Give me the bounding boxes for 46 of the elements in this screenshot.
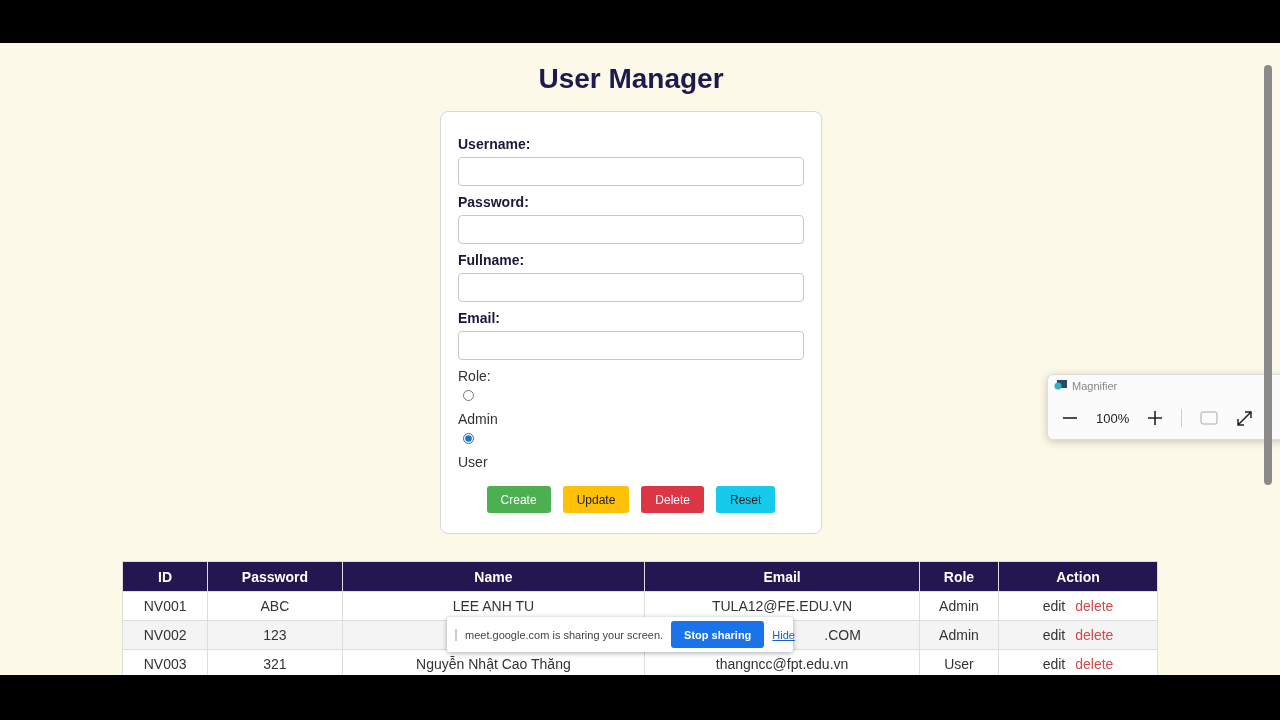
role-label: Role: [458, 368, 492, 384]
input-field[interactable] [458, 273, 804, 302]
hide-link[interactable]: Hide [772, 628, 795, 641]
delete-link[interactable]: delete [1075, 598, 1114, 614]
input-field[interactable] [458, 215, 804, 244]
column-header: Action [998, 561, 1158, 592]
table-cell: Admin [919, 591, 999, 621]
column-header: ID [122, 561, 208, 592]
table-cell: 321 [207, 649, 343, 675]
column-header: Role [919, 561, 999, 592]
plus-icon[interactable] [1147, 410, 1164, 426]
role-option-label: Admin [458, 411, 499, 427]
column-header: Password [207, 561, 343, 592]
table-cell: User [919, 649, 999, 675]
magnifier-icon [1054, 380, 1067, 392]
expand-icon[interactable] [1236, 409, 1254, 427]
edit-link[interactable]: edit [1042, 598, 1066, 614]
role-option-label: User [458, 454, 489, 470]
field-label: Password: [458, 194, 530, 210]
page-title: User Manager [538, 63, 724, 95]
table-cell: NV002 [122, 620, 208, 650]
column-header: Name [342, 561, 645, 592]
field-label: Email: [458, 310, 501, 326]
delete-button[interactable]: Delete [641, 486, 705, 513]
edit-link[interactable]: edit [1042, 656, 1066, 672]
table-cell: ABC [207, 591, 343, 621]
input-field[interactable] [458, 331, 804, 360]
field-label: Username: [458, 136, 532, 152]
column-header: Email [644, 561, 920, 592]
stop-sharing-button[interactable]: Stop sharing [671, 621, 765, 648]
table-cell: 123 [207, 620, 343, 650]
zoom-level: 100% [1096, 410, 1130, 426]
table-cell: Admin [919, 620, 999, 650]
update-button[interactable]: Update [562, 486, 630, 513]
table-cell: NV001 [122, 591, 208, 621]
magnifier-title: Magnifier [1072, 380, 1118, 392]
reset-button[interactable]: Reset [716, 486, 776, 513]
role-radio[interactable] [463, 390, 474, 401]
edit-link[interactable]: edit [1042, 627, 1066, 643]
field-label: Fullname: [458, 252, 526, 268]
delete-link[interactable]: delete [1075, 656, 1114, 672]
table-cell: NV003 [122, 649, 208, 675]
input-field[interactable] [458, 157, 804, 186]
delete-link[interactable]: delete [1075, 627, 1114, 643]
role-radio[interactable] [463, 433, 474, 444]
frame-icon[interactable] [1200, 411, 1219, 425]
